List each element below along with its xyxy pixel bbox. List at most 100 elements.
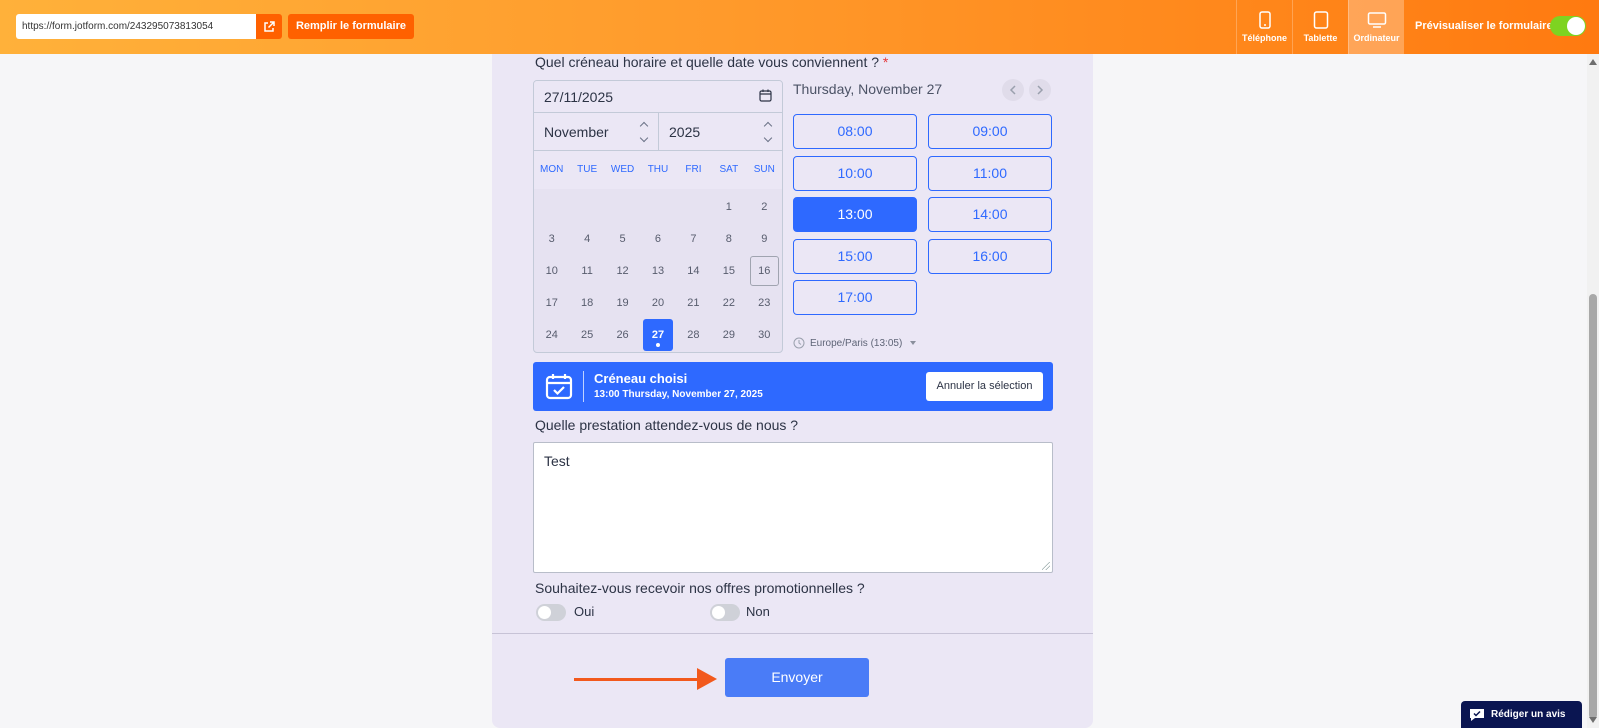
service-textarea[interactable]: Test [533, 442, 1053, 573]
month-select[interactable]: November [534, 113, 659, 150]
chevron-left-icon [1009, 85, 1016, 95]
calendar-day[interactable]: 30 [747, 319, 782, 351]
calendar-day-number: 13 [651, 265, 665, 277]
phone-icon [1258, 11, 1271, 29]
calendar-day[interactable]: 28 [676, 319, 711, 351]
calendar-day[interactable]: 1 [711, 191, 746, 223]
annotation-arrow-head-icon [697, 668, 717, 690]
calendar-day[interactable]: 29 [711, 319, 746, 351]
time-slot[interactable]: 14:00 [928, 197, 1052, 232]
time-slot[interactable]: 11:00 [928, 155, 1052, 191]
weekday-header: MON TUE WED THU FRI SAT SUN [534, 151, 782, 189]
calendar-day[interactable]: 10 [534, 255, 569, 287]
calendar-day[interactable]: 17 [534, 287, 569, 319]
calendar-day[interactable]: 19 [605, 287, 640, 319]
calendar-day-number: 29 [722, 329, 735, 341]
time-slot[interactable]: 10:00 [793, 155, 917, 191]
calendar-day[interactable]: 26 [605, 319, 640, 351]
form-url-field[interactable]: https://form.jotform.com/243295073813054 [16, 14, 256, 39]
preview-toggle[interactable] [1550, 16, 1586, 36]
scroll-thumb[interactable] [1589, 294, 1597, 719]
device-desktop-button[interactable]: Ordinateur [1348, 0, 1404, 54]
calendar-day[interactable]: 14 [676, 255, 711, 287]
calendar-day[interactable]: 16 [747, 255, 782, 287]
calendar-day-number: 16 [758, 265, 771, 277]
calendar-day[interactable]: 7 [676, 223, 711, 255]
prev-day-button[interactable] [1002, 79, 1024, 101]
calendar-day[interactable]: 12 [605, 255, 640, 287]
calendar-day[interactable]: 24 [534, 319, 569, 351]
chosen-slot-title: Créneau choisi [594, 371, 688, 386]
resize-grip-icon[interactable] [1042, 562, 1050, 570]
calendar-day-number: 12 [616, 265, 629, 277]
calendar-day[interactable]: 5 [605, 223, 640, 255]
calendar-day[interactable]: 25 [569, 319, 604, 351]
open-url-button[interactable] [256, 14, 282, 39]
calendar-day[interactable]: 20 [640, 287, 675, 319]
calendar-day[interactable]: 15 [711, 255, 746, 287]
calendar-day-number: 28 [687, 329, 700, 341]
device-tablet-button[interactable]: Tablette [1292, 0, 1348, 54]
calendar-day[interactable]: 22 [711, 287, 746, 319]
calendar-icon[interactable] [759, 89, 772, 102]
promo-oui-toggle[interactable] [536, 604, 566, 621]
scroll-down-arrow-icon[interactable] [1589, 717, 1597, 723]
calendar-day-number: 30 [758, 329, 771, 341]
month-spinner-icon[interactable] [640, 121, 650, 143]
time-slot[interactable]: 09:00 [928, 114, 1052, 149]
calendar-day[interactable]: 3 [534, 223, 569, 255]
submit-button[interactable]: Envoyer [725, 658, 869, 697]
date-input-value: 27/11/2025 [544, 89, 614, 105]
calendar-day[interactable]: 18 [569, 287, 604, 319]
preview-toggle-knob [1567, 17, 1585, 35]
year-select[interactable]: 2025 [659, 113, 782, 150]
calendar-day-number: 2 [761, 201, 768, 213]
calendar-day[interactable]: 21 [676, 287, 711, 319]
calendar-day[interactable]: 6 [640, 223, 675, 255]
timezone-select[interactable]: Europe/Paris (13:05) [793, 337, 917, 349]
time-slot[interactable]: 08:00 [793, 114, 917, 149]
calendar-day-number: 7 [690, 233, 697, 245]
calendar-day[interactable]: 9 [747, 223, 782, 255]
calendar-day-number: 27 [651, 329, 665, 341]
calendar-days-grid: 1 2 3 4 5 6 7 8 9 10 11 12 13 14 15 16 17 18 19 20 21 22 23 24 2… [534, 189, 782, 351]
calendar-day[interactable]: 2 [747, 191, 782, 223]
device-phone-button[interactable]: Téléphone [1236, 0, 1292, 54]
promo-non-toggle[interactable] [710, 604, 740, 621]
calendar-day-number: 5 [619, 233, 626, 245]
preview-toolbar: https://form.jotform.com/243295073813054… [0, 0, 1599, 54]
time-slot[interactable]: 17:00 [793, 280, 917, 315]
promo-non-label: Non [746, 604, 770, 619]
selected-date-heading: Thursday, November 27 [793, 81, 943, 97]
fill-form-button[interactable]: Remplir le formulaire [288, 14, 414, 39]
write-review-button[interactable]: Rédiger un avis [1461, 701, 1582, 728]
calendar-day[interactable]: 13 [640, 255, 675, 287]
weekday-label: TUE [577, 164, 598, 175]
promo-oui-label: Oui [574, 604, 595, 619]
scroll-up-arrow-icon[interactable] [1589, 59, 1597, 65]
calendar-day[interactable]: 23 [747, 287, 782, 319]
banner-divider [583, 371, 584, 402]
promo-non-toggle-knob [712, 606, 725, 619]
calendar-day[interactable]: 11 [569, 255, 604, 287]
calendar-widget: 27/11/2025 November 2025 MON TUE WED THU FRI… [533, 80, 783, 353]
calendar-day-selected[interactable]: 27 [640, 319, 675, 351]
time-slot[interactable]: 16:00 [928, 238, 1052, 274]
weekday-label: THU [647, 164, 669, 175]
page-scrollbar[interactable] [1587, 54, 1599, 728]
calendar-day[interactable]: 4 [569, 223, 604, 255]
month-value: November [544, 124, 609, 140]
next-day-button[interactable] [1029, 79, 1051, 101]
date-input[interactable]: 27/11/2025 [534, 81, 782, 113]
write-review-label: Rédiger un avis [1491, 709, 1566, 720]
calendar-day[interactable]: 8 [711, 223, 746, 255]
time-slot[interactable]: 15:00 [793, 238, 917, 274]
chosen-slot-banner: Créneau choisi 13:00 Thursday, November … [533, 362, 1053, 411]
calendar-day-number: 20 [651, 297, 665, 309]
cancel-selection-button[interactable]: Annuler la sélection [926, 372, 1043, 401]
year-spinner-icon[interactable] [764, 121, 774, 143]
device-phone-label: Téléphone [1241, 33, 1287, 43]
service-textarea-value: Test [544, 453, 570, 469]
time-slot-selected[interactable]: 13:00 [793, 197, 917, 232]
calendar-day-number: 23 [758, 297, 771, 309]
